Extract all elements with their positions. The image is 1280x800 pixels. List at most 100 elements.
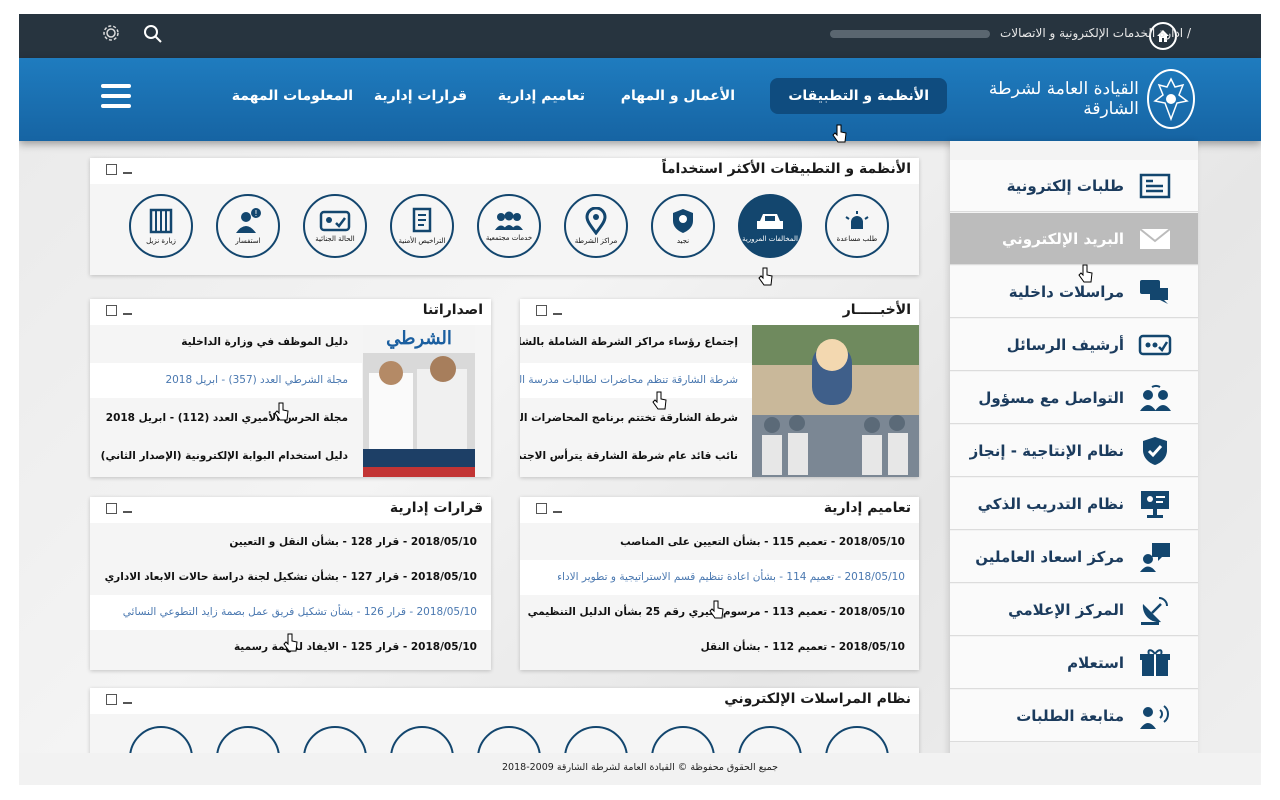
breadcrumb-current[interactable]: / ادارة الخدمات الإلكترونية و الاتصالات bbox=[1000, 26, 1191, 40]
news-panel-header: الأخبـــــار bbox=[520, 299, 919, 325]
prison-icon bbox=[149, 208, 173, 234]
news-item[interactable]: إجتماع رؤساء مراكز الشرطة الشاملة بالشار… bbox=[520, 325, 752, 360]
app-circle[interactable] bbox=[390, 726, 454, 756]
decisions-panel-title: قرارات إدارية bbox=[389, 500, 483, 516]
search-icon[interactable] bbox=[141, 24, 165, 48]
minimize-icon[interactable] bbox=[553, 312, 562, 315]
minimize-icon[interactable] bbox=[553, 510, 562, 513]
messaging-panel-title: نظام المراسلات الإلكتروني bbox=[724, 691, 911, 707]
circular-item[interactable]: 2018/05/10 - تعميم 114 - بشأن اعادة تنظي… bbox=[520, 560, 919, 595]
hand-cursor-icon bbox=[652, 391, 667, 410]
publication-item[interactable]: دليل الموظف في وزارة الداخلية bbox=[90, 325, 362, 360]
menu-icon[interactable] bbox=[101, 84, 131, 108]
app-circle[interactable] bbox=[651, 726, 715, 756]
sidebar-item-productivity[interactable]: نظام الإنتاجية - إنجاز bbox=[950, 425, 1198, 477]
news-panel-title: الأخبـــــار bbox=[842, 302, 911, 318]
sidebar-item-request-tracking[interactable]: متابعة الطلبات bbox=[950, 690, 1198, 742]
contact-icon bbox=[1138, 381, 1172, 415]
app-label: نجيد bbox=[676, 237, 690, 245]
app-circle[interactable] bbox=[477, 726, 541, 756]
app-community-services[interactable]: خدمات مجتمعية bbox=[477, 194, 541, 258]
hand-cursor-icon bbox=[1078, 264, 1093, 283]
messaging-panel-header: نظام المراسلات الإلكتروني bbox=[90, 688, 919, 714]
circular-item[interactable]: 2018/05/10 - تعميم 115 - بشأن التعيين عل… bbox=[520, 525, 919, 560]
circulars-panel: تعاميم إدارية 2018/05/10 - تعميم 115 - ب… bbox=[520, 497, 919, 670]
maximize-icon[interactable] bbox=[536, 503, 547, 514]
news-item[interactable]: نائب قائد عام شرطة الشارقة يترأس الاجتما… bbox=[520, 439, 752, 474]
user-question-icon: ! bbox=[236, 208, 261, 233]
app-label: زيارة نزيل bbox=[146, 237, 176, 245]
gear-icon[interactable] bbox=[99, 24, 123, 48]
minimize-icon[interactable] bbox=[123, 171, 132, 174]
publications-panel-header: اصداراتنا bbox=[90, 299, 491, 325]
news-item[interactable]: شرطة الشارقة تختتم برنامج المحاضرات التخ… bbox=[520, 401, 752, 436]
app-circle[interactable] bbox=[738, 726, 802, 756]
alarm-icon bbox=[845, 211, 869, 229]
app-inquiry[interactable]: ! استفسار bbox=[216, 194, 280, 258]
sidebar-item-media-center[interactable]: المركز الإعلامي bbox=[950, 584, 1198, 636]
nav-important-info[interactable]: المعلومات المهمة bbox=[232, 88, 353, 104]
maximize-icon[interactable] bbox=[106, 694, 117, 705]
minimize-icon[interactable] bbox=[123, 701, 132, 704]
sidebar-item-internal-messages[interactable]: مراسلات داخلية bbox=[950, 266, 1198, 318]
sidebar-item-message-archive[interactable]: أرشيف الرسائل bbox=[950, 319, 1198, 371]
sidebar-item-label: طلبات إلكترونية bbox=[1006, 176, 1124, 195]
panel-controls bbox=[106, 305, 132, 316]
app-traffic-violations[interactable]: المخالفات المرورية bbox=[738, 194, 802, 258]
app-security-licenses[interactable]: التراخيص الأمنية bbox=[390, 194, 454, 258]
sidebar-item-employee-happiness[interactable]: مركز اسعاد العاملين bbox=[950, 531, 1198, 583]
news-photo[interactable] bbox=[752, 325, 919, 477]
hand-cursor-icon bbox=[758, 267, 773, 286]
breadcrumb-redacted bbox=[830, 29, 991, 38]
logo[interactable]: القيادة العامة لشرطة الشارقة bbox=[945, 66, 1195, 132]
sidebar-item-smart-training[interactable]: نظام التدريب الذكي bbox=[950, 478, 1198, 530]
sidebar-item-label: نظام التدريب الذكي bbox=[977, 494, 1124, 513]
app-circle[interactable] bbox=[216, 726, 280, 756]
app-circle[interactable] bbox=[564, 726, 628, 756]
happiness-icon bbox=[1138, 540, 1172, 574]
location-icon bbox=[585, 207, 607, 235]
sidebar-item-email[interactable]: البريد الإلكتروني bbox=[950, 213, 1198, 265]
magazine-cover[interactable]: الشرطي bbox=[363, 325, 475, 477]
decision-item[interactable]: 2018/05/10 - قرار 126 - بشأن تشكيل فريق … bbox=[90, 595, 491, 630]
app-label: الحالة الجنائية bbox=[315, 235, 355, 243]
app-najeed[interactable]: نجيد bbox=[651, 194, 715, 258]
nav-circulars[interactable]: تعاميم إدارية bbox=[498, 88, 585, 104]
nav-systems-apps[interactable]: الأنظمة و التطبيقات bbox=[770, 78, 947, 114]
shield-check-icon bbox=[1138, 434, 1172, 468]
hand-cursor-icon bbox=[709, 600, 724, 619]
app-label: استفسار bbox=[235, 237, 261, 245]
minimize-icon[interactable] bbox=[123, 312, 132, 315]
maximize-icon[interactable] bbox=[106, 503, 117, 514]
app-circle[interactable] bbox=[303, 726, 367, 756]
news-item[interactable]: شرطة الشارقة تنظم محاضرات لطالبات مدرسة … bbox=[520, 363, 752, 398]
app-police-stations[interactable]: مراكز الشرطة bbox=[564, 194, 628, 258]
people-icon bbox=[495, 211, 523, 230]
nav-decisions[interactable]: قرارات إدارية bbox=[374, 88, 467, 104]
sidebar-item-query[interactable]: استعلام bbox=[950, 637, 1198, 689]
publications-list: دليل الموظف في وزارة الداخلية مجلة الشرط… bbox=[90, 325, 362, 477]
maximize-icon[interactable] bbox=[106, 305, 117, 316]
nav-tasks[interactable]: الأعمال و المهام bbox=[621, 88, 735, 104]
app-help-request[interactable]: طلب مساعدة bbox=[825, 194, 889, 258]
news-panel: الأخبـــــار إجتماع رؤساء مراكز الشرطة ا… bbox=[520, 299, 919, 477]
sidebar-item-e-requests[interactable]: طلبات إلكترونية bbox=[950, 160, 1198, 212]
maximize-icon[interactable] bbox=[536, 305, 547, 316]
app-inmate-visit[interactable]: زيارة نزيل bbox=[129, 194, 193, 258]
maximize-icon[interactable] bbox=[106, 164, 117, 175]
publication-item[interactable]: مجلة الشرطي العدد (357) - ابريل 2018 bbox=[90, 363, 362, 398]
panel-controls bbox=[106, 694, 132, 705]
app-circle[interactable] bbox=[825, 726, 889, 756]
app-circle[interactable] bbox=[129, 726, 193, 756]
sidebar-item-contact-official[interactable]: التواصل مع مسؤول bbox=[950, 372, 1198, 424]
footer: جميع الحقوق محفوظة © القيادة العامة لشرط… bbox=[19, 753, 1261, 785]
minimize-icon[interactable] bbox=[123, 510, 132, 513]
decision-item[interactable]: 2018/05/10 - قرار 127 - بشأن تشكيل لجنة … bbox=[90, 560, 491, 595]
publication-item[interactable]: دليل استخدام البوابة الإلكترونية (الإصدا… bbox=[90, 439, 362, 474]
apps-panel: الأنظمة و التطبيقات الأكثر استخداماً طلب… bbox=[90, 158, 919, 286]
decision-item[interactable]: 2018/05/10 - قرار 128 - بشأن النقل و الت… bbox=[90, 525, 491, 560]
chat-icon bbox=[1138, 275, 1172, 309]
circular-item[interactable]: 2018/05/10 - تعميم 112 - بشأن النقل bbox=[520, 630, 919, 665]
app-criminal-status[interactable]: الحالة الجنائية bbox=[303, 194, 367, 258]
publication-item[interactable]: مجلة الحرس الأميري العدد (112) - ابريل 2… bbox=[90, 401, 362, 436]
